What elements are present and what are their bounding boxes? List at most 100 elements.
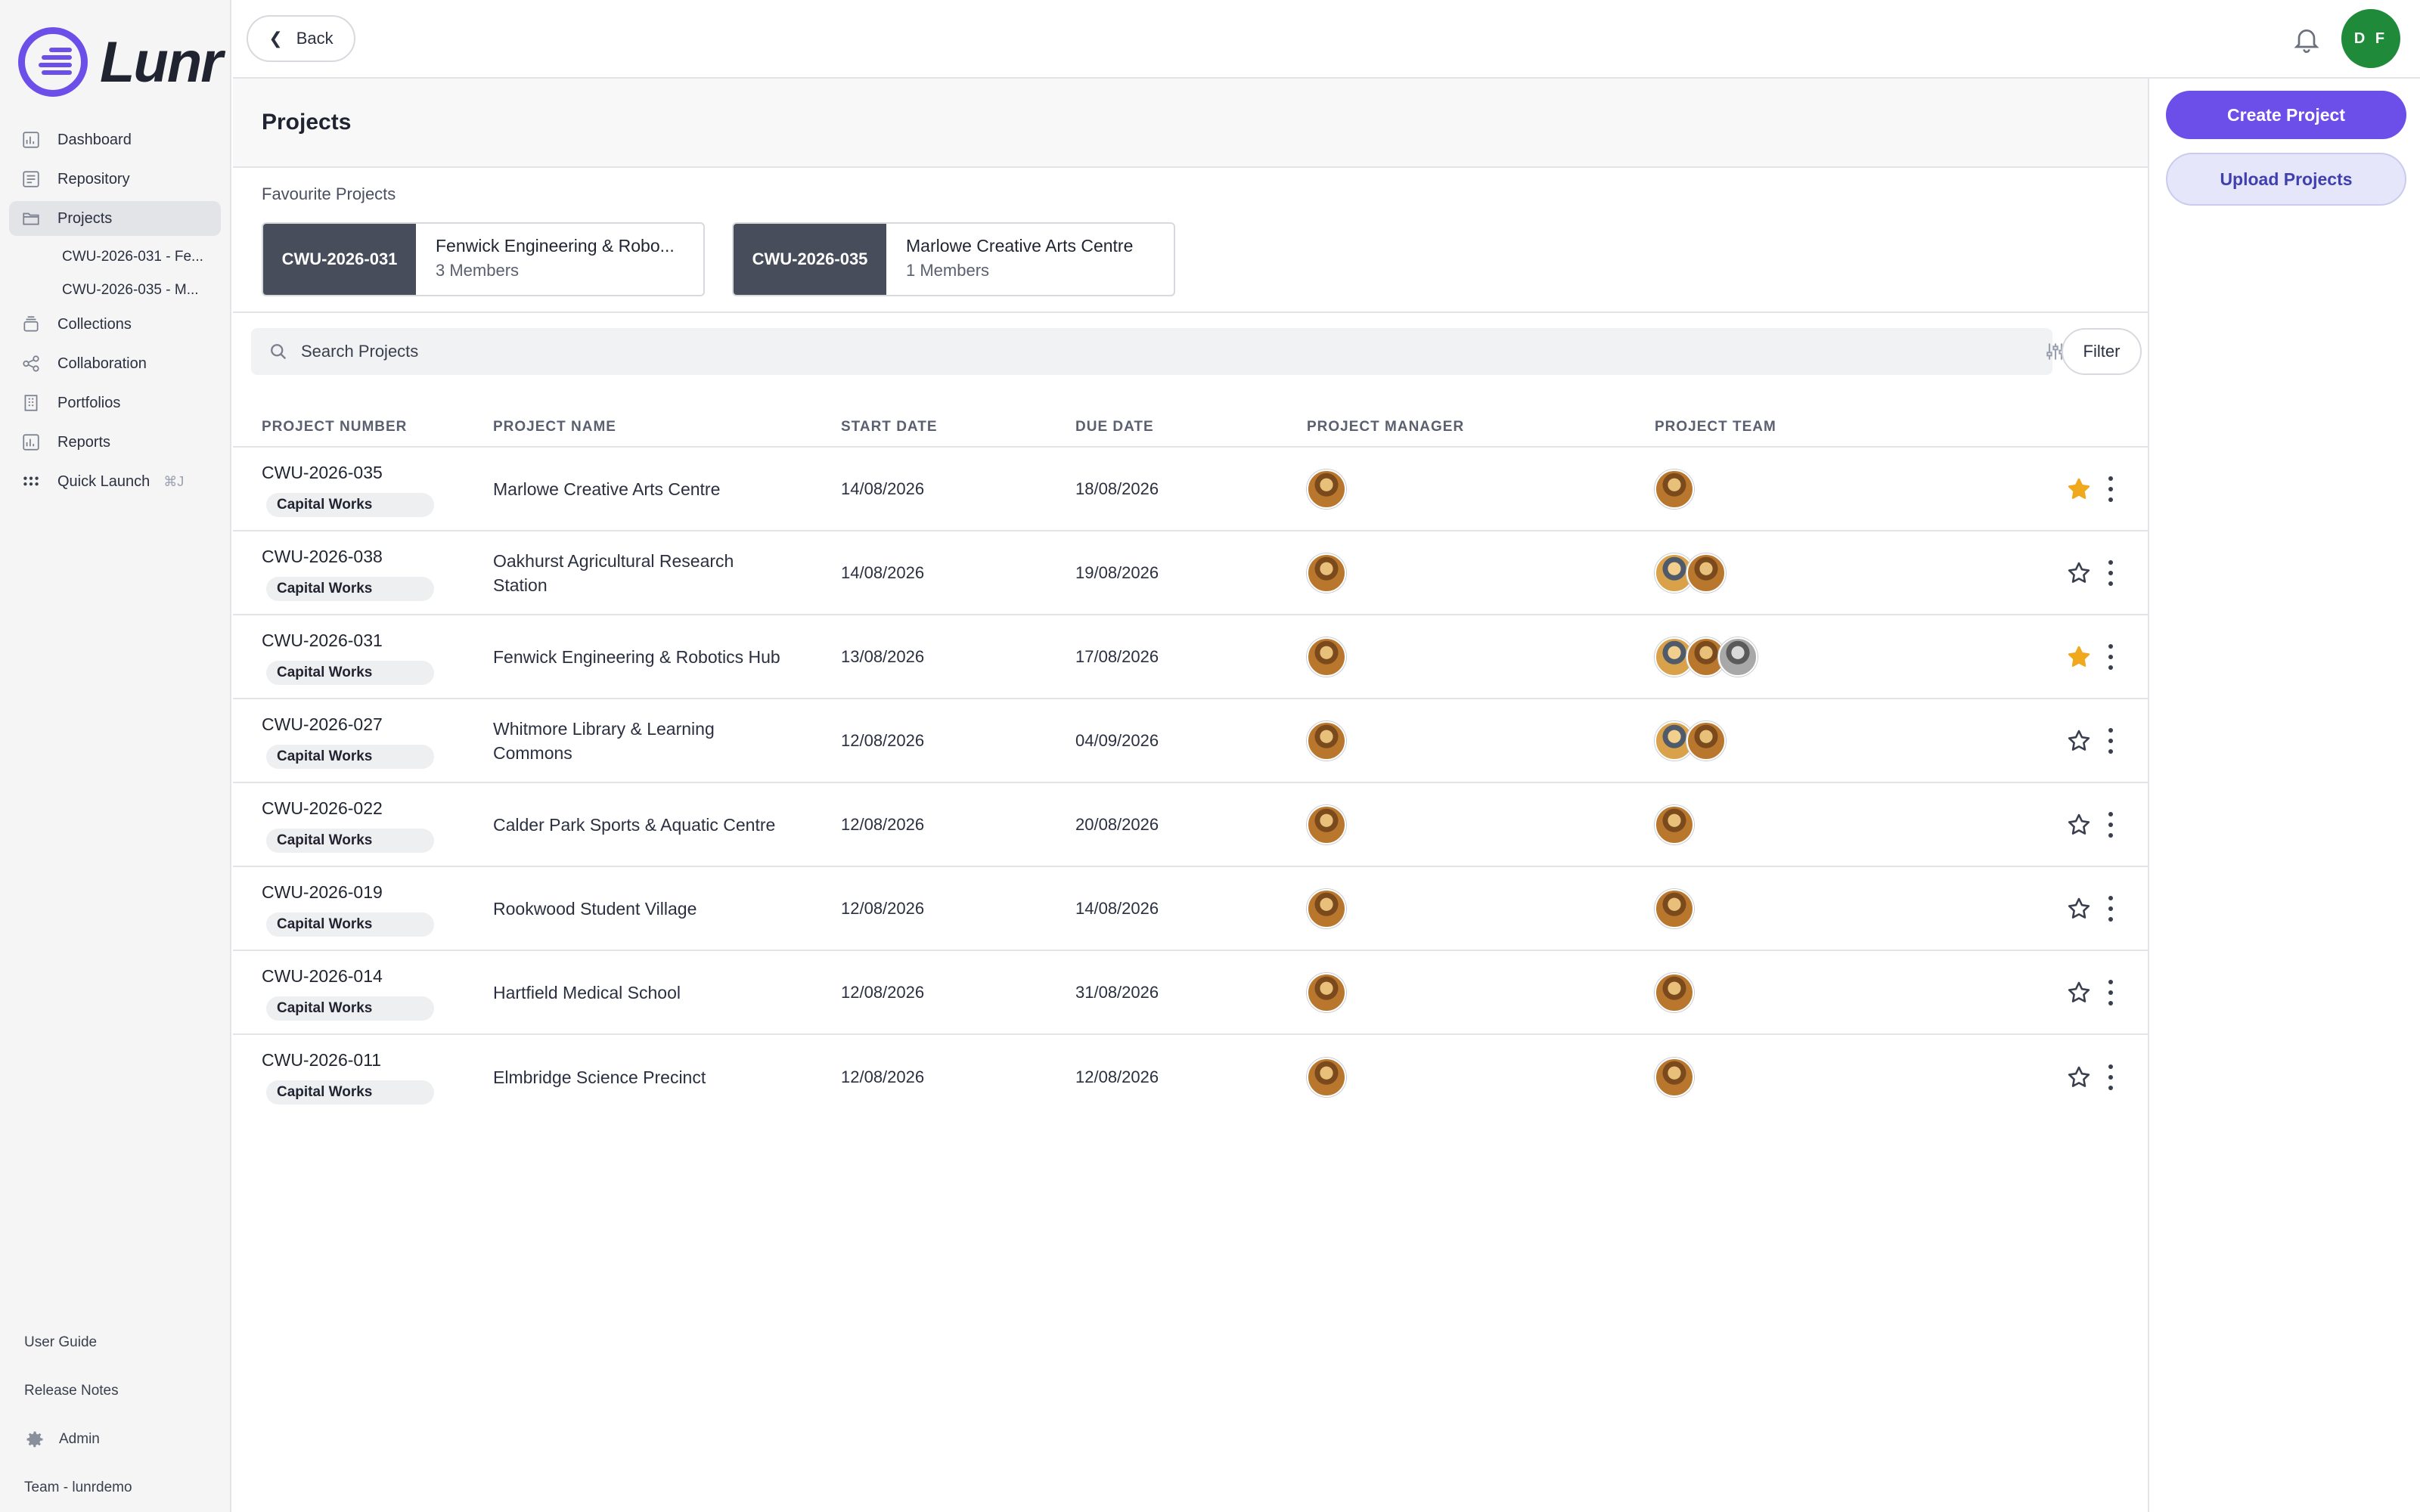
more-options-icon[interactable] <box>2107 811 2114 838</box>
project-manager-avatar[interactable] <box>1307 637 1346 677</box>
column-header-start-date[interactable]: START DATE <box>841 419 938 435</box>
project-number[interactable]: CWU-2026-022 <box>262 798 383 819</box>
star-outline-icon[interactable] <box>2066 980 2092 1005</box>
table-row[interactable]: CWU-2026-038 Capital Works Oakhurst Agricu… <box>233 531 2149 615</box>
star-outline-icon[interactable] <box>2066 1064 2092 1090</box>
project-number[interactable]: CWU-2026-031 <box>262 631 383 651</box>
sidebar-item-projects[interactable]: Projects <box>9 201 221 236</box>
team-member-avatar[interactable] <box>1686 720 1726 761</box>
project-category-badge: Capital Works <box>266 912 434 937</box>
column-header-project-name[interactable]: PROJECT NAME <box>493 419 616 435</box>
sidebar-footer: User Guide Release Notes Admin Team - lu… <box>24 1318 221 1512</box>
sidebar-item-collections[interactable]: Collections <box>9 307 221 342</box>
more-options-icon[interactable] <box>2107 979 2114 1005</box>
share-icon <box>21 354 41 373</box>
more-options-icon[interactable] <box>2107 643 2114 670</box>
favourite-project-card[interactable]: CWU-2026-031 Fenwick Engineering & Robo.… <box>262 222 705 296</box>
sidebar-subitem-project[interactable]: CWU-2026-031 - Fe... <box>9 240 221 274</box>
team-member-avatar[interactable] <box>1655 972 1694 1012</box>
project-name[interactable]: Calder Park Sports & Aquatic Centre <box>493 813 780 837</box>
team-label[interactable]: Team - lunrdemo <box>24 1464 221 1512</box>
table-row[interactable]: CWU-2026-019 Capital Works Rookwood Studen… <box>233 867 2149 951</box>
sidebar-item-quick-launch[interactable]: Quick Launch ⌘J <box>9 464 221 499</box>
project-number[interactable]: CWU-2026-027 <box>262 714 383 735</box>
project-number[interactable]: CWU-2026-011 <box>262 1050 381 1070</box>
page-header: Projects <box>233 79 2148 168</box>
more-options-icon[interactable] <box>2107 476 2114 502</box>
project-manager-avatar[interactable] <box>1307 972 1346 1012</box>
project-manager <box>1307 804 1346 844</box>
column-header-project-manager[interactable]: PROJECT MANAGER <box>1307 419 1464 435</box>
more-options-icon[interactable] <box>2107 1064 2114 1090</box>
more-options-icon[interactable] <box>2107 559 2114 586</box>
back-button[interactable]: ❮ Back <box>247 15 355 62</box>
table-row[interactable]: CWU-2026-014 Capital Works Hartfield Medic… <box>233 951 2149 1035</box>
project-name[interactable]: Oakhurst Agricultural Research Station <box>493 549 780 597</box>
sidebar-item-reports[interactable]: Reports <box>9 425 221 460</box>
column-header-due-date[interactable]: DUE DATE <box>1075 419 1154 435</box>
team-member-avatar[interactable] <box>1655 888 1694 928</box>
table-row[interactable]: CWU-2026-035 Capital Works Marlowe Creativ… <box>233 448 2149 531</box>
user-avatar[interactable]: D F <box>2341 9 2400 68</box>
team-member-avatar[interactable] <box>1655 1057 1694 1097</box>
project-number[interactable]: CWU-2026-019 <box>262 882 383 903</box>
project-category-badge: Capital Works <box>266 745 434 769</box>
team-member-avatar[interactable] <box>1718 637 1758 677</box>
column-header-project-team[interactable]: PROJECT TEAM <box>1655 419 1776 435</box>
filter-button[interactable]: Filter <box>2062 328 2142 375</box>
project-name[interactable]: Whitmore Library & Learning Commons <box>493 717 780 765</box>
project-manager-avatar[interactable] <box>1307 888 1346 928</box>
project-manager-avatar[interactable] <box>1307 553 1346 593</box>
bell-icon[interactable] <box>2291 24 2322 54</box>
more-options-icon[interactable] <box>2107 895 2114 922</box>
sidebar-item-label: Dashboard <box>57 131 132 148</box>
project-name[interactable]: Elmbridge Science Precinct <box>493 1065 780 1089</box>
back-label: Back <box>296 29 334 48</box>
sidebar-item-dashboard[interactable]: Dashboard <box>9 122 221 157</box>
project-manager-avatar[interactable] <box>1307 1057 1346 1097</box>
project-number[interactable]: CWU-2026-038 <box>262 547 383 567</box>
favourites-label: Favourite Projects <box>262 184 396 203</box>
sidebar-item-collaboration[interactable]: Collaboration <box>9 346 221 381</box>
sidebar-item-portfolios[interactable]: Portfolios <box>9 386 221 420</box>
admin-link[interactable]: Admin <box>24 1415 221 1464</box>
team-member-avatar[interactable] <box>1655 469 1694 509</box>
sidebar-subitem-project[interactable]: CWU-2026-035 - M... <box>9 274 221 307</box>
user-guide-link[interactable]: User Guide <box>24 1318 221 1367</box>
project-name[interactable]: Marlowe Creative Arts Centre <box>493 477 780 501</box>
search-input[interactable] <box>301 342 1813 361</box>
folder-icon <box>21 209 41 228</box>
more-options-icon[interactable] <box>2107 727 2114 754</box>
start-date: 12/08/2026 <box>841 730 925 750</box>
sidebar-item-repository[interactable]: Repository <box>9 162 221 197</box>
star-outline-icon[interactable] <box>2066 560 2092 586</box>
star-outline-icon[interactable] <box>2066 896 2092 922</box>
release-notes-link[interactable]: Release Notes <box>24 1367 221 1415</box>
star-outline-icon[interactable] <box>2066 812 2092 838</box>
star-filled-icon[interactable] <box>2066 644 2092 670</box>
project-number[interactable]: CWU-2026-035 <box>262 463 383 483</box>
table-row[interactable]: CWU-2026-027 Capital Works Whitmore Librar… <box>233 699 2149 783</box>
project-manager-avatar[interactable] <box>1307 720 1346 761</box>
team-member-avatar[interactable] <box>1655 804 1694 844</box>
star-filled-icon[interactable] <box>2066 476 2092 502</box>
start-date: 13/08/2026 <box>841 646 925 666</box>
star-outline-icon[interactable] <box>2066 728 2092 754</box>
search-bar[interactable] <box>251 328 2052 375</box>
app-logo[interactable]: Lunr <box>18 27 223 97</box>
table-row[interactable]: CWU-2026-022 Capital Works Calder Park Spo… <box>233 783 2149 867</box>
project-name[interactable]: Hartfield Medical School <box>493 981 780 1005</box>
team-member-avatar[interactable] <box>1686 553 1726 593</box>
upload-projects-button[interactable]: Upload Projects <box>2166 153 2406 206</box>
project-name[interactable]: Fenwick Engineering & Robotics Hub <box>493 645 780 669</box>
project-number[interactable]: CWU-2026-014 <box>262 966 383 987</box>
table-row[interactable]: CWU-2026-011 Capital Works Elmbridge Scien… <box>233 1035 2149 1119</box>
grid-dots-icon <box>21 472 41 491</box>
table-row[interactable]: CWU-2026-031 Capital Works Fenwick Enginee… <box>233 615 2149 699</box>
favourite-project-card[interactable]: CWU-2026-035 Marlowe Creative Arts Centr… <box>732 222 1175 296</box>
create-project-button[interactable]: Create Project <box>2166 91 2406 139</box>
column-header-project-number[interactable]: PROJECT NUMBER <box>262 419 407 435</box>
project-name[interactable]: Rookwood Student Village <box>493 897 780 921</box>
project-manager-avatar[interactable] <box>1307 469 1346 509</box>
project-manager-avatar[interactable] <box>1307 804 1346 844</box>
